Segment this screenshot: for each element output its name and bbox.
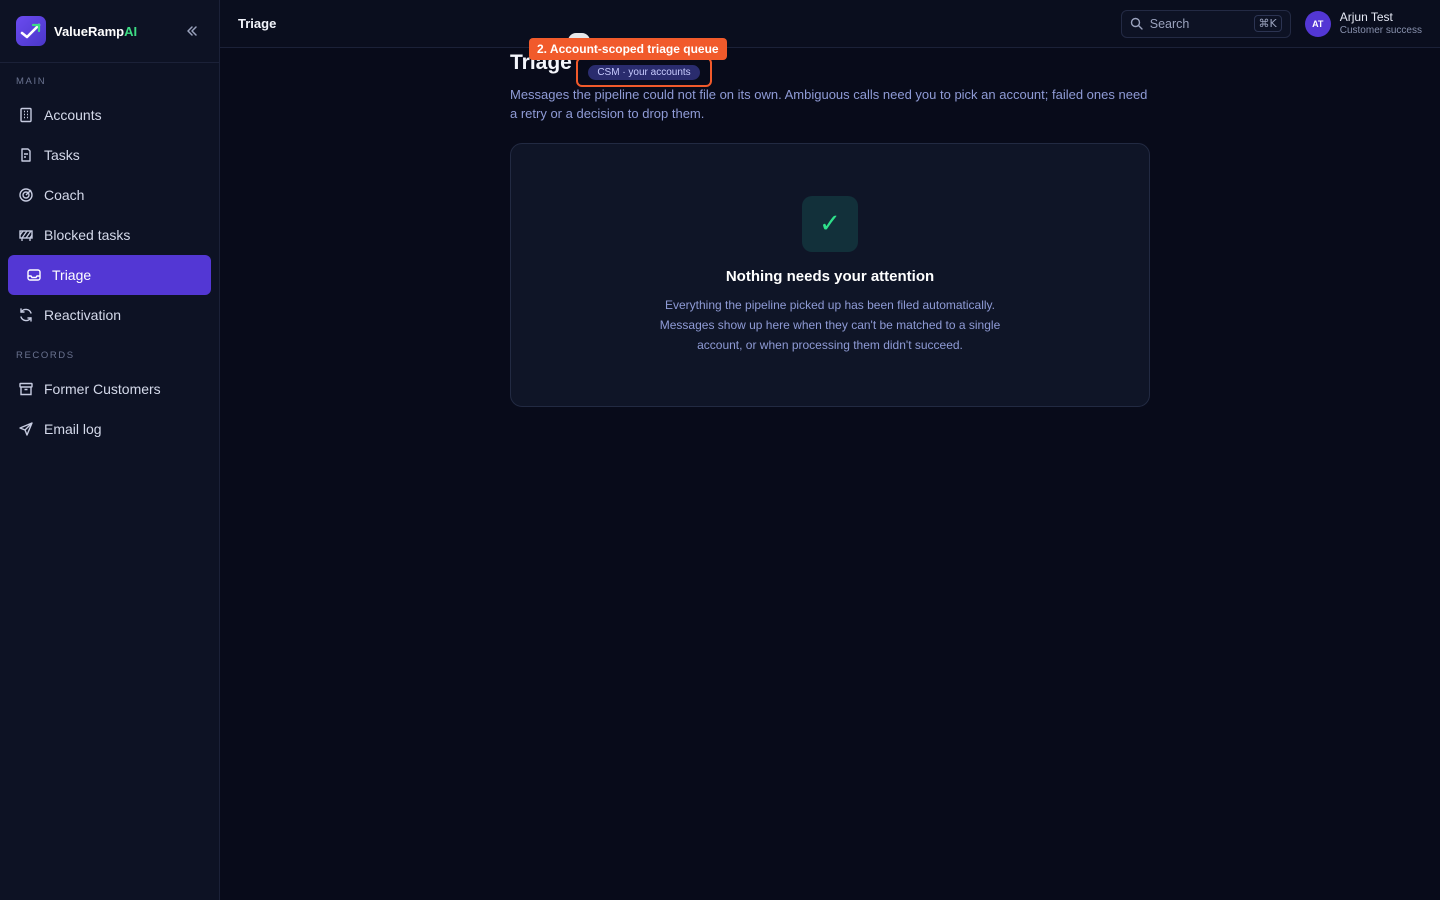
- sidebar-item-email-log[interactable]: Email log: [0, 409, 219, 449]
- brand-header: ValueRampAI: [0, 0, 219, 63]
- sidebar-item-reactivation[interactable]: Reactivation: [0, 295, 219, 335]
- send-icon: [17, 420, 35, 438]
- building-icon: [17, 106, 35, 124]
- page-breadcrumb: Triage: [238, 16, 277, 31]
- brand-logo-icon[interactable]: [16, 16, 46, 46]
- walkthrough-tooltip: 2. Account-scoped triage queue: [529, 38, 727, 60]
- section-label-records: RECORDS: [16, 350, 75, 361]
- search-icon: [1130, 17, 1143, 30]
- archive-icon: [17, 380, 35, 398]
- inbox-icon: [25, 266, 43, 284]
- target-icon: [17, 186, 35, 204]
- sidebar-item-label: Email log: [44, 421, 102, 437]
- sidebar-item-label: Accounts: [44, 107, 102, 123]
- scope-badge: CSM · your accounts: [588, 64, 700, 80]
- sidebar-item-label: Triage: [52, 267, 92, 283]
- refresh-icon: [17, 306, 35, 324]
- sidebar-item-triage[interactable]: Triage: [8, 255, 211, 295]
- user-info: Arjun Test Customer success: [1339, 9, 1422, 36]
- checkmark-icon: ✓: [802, 196, 858, 252]
- empty-state-text: Everything the pipeline picked up has be…: [659, 298, 1001, 352]
- search-placeholder: Search: [1149, 16, 1190, 31]
- sidebar-item-tasks[interactable]: Tasks: [0, 135, 219, 175]
- sidebar-item-label: Tasks: [44, 147, 80, 163]
- top-bar: Triage Search ⌘K AT Arjun Test Customer …: [220, 0, 1440, 48]
- sidebar-item-former-customers[interactable]: Former Customers: [0, 369, 219, 409]
- sidebar: ValueRampAI MAIN Accounts Tasks Coach Bl…: [0, 0, 220, 900]
- sidebar-item-label: Coach: [44, 187, 85, 203]
- user-name: Arjun Test: [1339, 9, 1393, 24]
- blocked-icon: [17, 226, 35, 244]
- sidebar-item-coach[interactable]: Coach: [0, 175, 219, 215]
- collapse-sidebar-button[interactable]: [181, 20, 203, 42]
- user-menu[interactable]: AT Arjun Test Customer success: [1304, 9, 1422, 37]
- sidebar-item-label: Former Customers: [44, 381, 161, 397]
- brand-name: ValueRampAI: [54, 23, 138, 39]
- search-input[interactable]: Search ⌘K: [1120, 9, 1291, 38]
- page-subtitle: Messages the pipeline could not file on …: [510, 87, 1148, 121]
- avatar: AT: [1304, 10, 1331, 37]
- chevrons-left-icon: [187, 26, 197, 36]
- empty-state-title: Nothing needs your attention: [725, 268, 935, 285]
- sidebar-item-accounts[interactable]: Accounts: [0, 95, 219, 135]
- user-role: Customer success: [1339, 24, 1422, 36]
- section-label-main: MAIN: [16, 76, 47, 87]
- badge-highlight: CSM · your accounts: [576, 57, 712, 87]
- sidebar-item-blocked-tasks[interactable]: Blocked tasks: [0, 215, 219, 255]
- empty-state-card: ✓ Nothing needs your attention Everythin…: [510, 143, 1150, 407]
- sidebar-item-label: Blocked tasks: [44, 227, 131, 243]
- clipboard-icon: [17, 146, 35, 164]
- sidebar-item-label: Reactivation: [44, 307, 122, 323]
- search-shortcut-hint: ⌘K: [1253, 15, 1282, 32]
